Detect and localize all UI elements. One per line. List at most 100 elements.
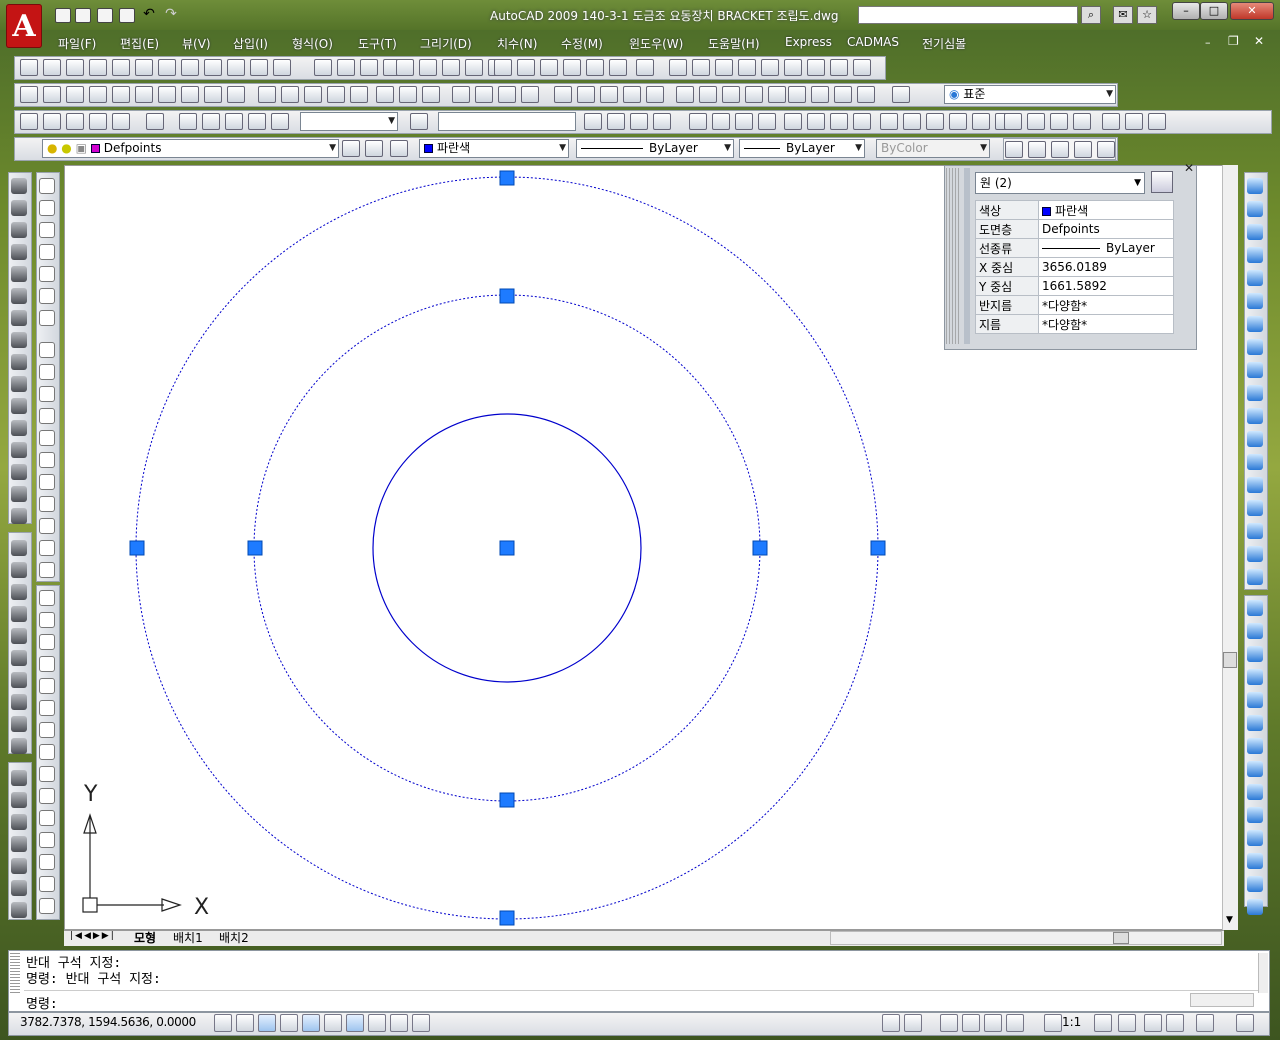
left-draw-tool-17-icon[interactable] [39, 540, 55, 556]
left-draw-tool-4-icon[interactable] [39, 244, 55, 260]
standard-toolbar-button-22-icon[interactable] [494, 59, 512, 76]
right-tool-22-icon[interactable] [1247, 669, 1263, 685]
draw-toolbar-button-30-icon[interactable] [722, 86, 740, 103]
left-3d-tool-27-icon[interactable] [11, 770, 27, 786]
left-draw-tool-11-icon[interactable] [39, 408, 55, 424]
new-icon[interactable] [55, 8, 71, 23]
menu-draw[interactable]: 그리기(D) [420, 35, 472, 52]
property-value[interactable]: ByLayer [1038, 238, 1174, 258]
left-3d-tool-21-icon[interactable] [11, 628, 27, 644]
right-tool-11-icon[interactable] [1247, 408, 1263, 424]
draw-toolbar-button-28-icon[interactable] [676, 86, 694, 103]
left-3d-tool-9-icon[interactable] [11, 354, 27, 370]
quick-select-icon[interactable] [1151, 171, 1173, 193]
left-draw-tool-2-icon[interactable] [39, 200, 55, 216]
standard-toolbar-button-12-icon[interactable] [273, 59, 291, 76]
menu-modify[interactable]: 수정(M) [561, 35, 603, 52]
annotation-scale-value[interactable]: 1:1 [1062, 1015, 1081, 1029]
property-row-center-x[interactable]: X 중심 3656.0189 [975, 257, 1174, 277]
status-toggle-20-icon[interactable] [1144, 1014, 1162, 1032]
right-tool-14-icon[interactable] [1247, 477, 1263, 493]
draw-toolbar-button-11-icon[interactable] [258, 86, 276, 103]
modify-toolbar-button-34-icon[interactable] [1073, 113, 1091, 130]
standard-toolbar-button-18-icon[interactable] [419, 59, 437, 76]
draw-toolbar-button-33-icon[interactable] [788, 86, 806, 103]
tab-layout2[interactable]: 배치2 [219, 931, 249, 945]
right-tool-21-icon[interactable] [1247, 646, 1263, 662]
menu-tools[interactable]: 도구(T) [358, 35, 397, 52]
doc-minimize-button[interactable]: – [1205, 36, 1211, 49]
draw-toolbar-button-26-icon[interactable] [623, 86, 641, 103]
modify-toolbar-button-5-icon[interactable] [112, 113, 130, 130]
draw-toolbar-button-16-icon[interactable] [376, 86, 394, 103]
property-value[interactable]: Defpoints [1038, 219, 1174, 239]
standard-toolbar-button-8-icon[interactable] [181, 59, 199, 76]
draw-toolbar-button-34-icon[interactable] [811, 86, 829, 103]
status-toggle-23-icon[interactable] [1236, 1014, 1254, 1032]
left-draw-tool-10-icon[interactable] [39, 386, 55, 402]
left-3d-tool-16-icon[interactable] [11, 508, 27, 524]
grip-middle-top[interactable] [499, 288, 515, 304]
draw-toolbar-button-22-icon[interactable] [521, 86, 539, 103]
right-tool-26-icon[interactable] [1247, 761, 1263, 777]
modify-toolbar-button-23-icon[interactable] [830, 113, 848, 130]
left-draw-tool-25-icon[interactable] [39, 722, 55, 738]
right-tool-8-icon[interactable] [1247, 339, 1263, 355]
left-3d-tool-23-icon[interactable] [11, 672, 27, 688]
menu-dimension[interactable]: 치수(N) [497, 35, 537, 52]
left-3d-tool-19-icon[interactable] [11, 584, 27, 600]
standard-toolbar-button-14-icon[interactable] [337, 59, 355, 76]
modify-toolbar-button-7-icon[interactable] [179, 113, 197, 130]
status-toggle-11-icon[interactable] [882, 1014, 900, 1032]
draw-toolbar-button-37-icon[interactable] [892, 86, 910, 103]
left-3d-tool-12-icon[interactable] [11, 420, 27, 436]
right-tool-9-icon[interactable] [1247, 362, 1263, 378]
left-draw-tool-27-icon[interactable] [39, 766, 55, 782]
custom-toolbar-button-5-icon[interactable] [1097, 141, 1115, 158]
grip-outer-right[interactable] [870, 540, 886, 556]
palette-grip[interactable] [946, 168, 960, 344]
draw-toolbar-button-12-icon[interactable] [281, 86, 299, 103]
modify-toolbar-button-33-icon[interactable] [1050, 113, 1068, 130]
left-draw-tool-5-icon[interactable] [39, 266, 55, 282]
doc-close-button[interactable]: ✕ [1254, 34, 1264, 48]
left-3d-tool-33-icon[interactable] [11, 902, 27, 918]
draw-toolbar-button-32-icon[interactable] [768, 86, 786, 103]
plot-icon[interactable] [119, 8, 135, 23]
minimize-button[interactable]: – [1172, 2, 1200, 20]
status-toggle-21-icon[interactable] [1166, 1014, 1184, 1032]
left-draw-tool-28-icon[interactable] [39, 788, 55, 804]
right-tool-32-icon[interactable] [1247, 899, 1263, 915]
custom-toolbar-button-2-icon[interactable] [1028, 141, 1046, 158]
left-3d-tool-10-icon[interactable] [11, 376, 27, 392]
left-3d-tool-25-icon[interactable] [11, 716, 27, 732]
left-draw-tool-13-icon[interactable] [39, 452, 55, 468]
draw-toolbar-button-10-icon[interactable] [227, 86, 245, 103]
dimension-style-combo[interactable]: ◉ 표준 ▼ [944, 85, 1116, 104]
modify-toolbar-button-2-icon[interactable] [43, 113, 61, 130]
close-button[interactable]: ✕ [1230, 2, 1274, 20]
status-toggle-3-icon[interactable] [258, 1014, 276, 1032]
draw-toolbar-button-6-icon[interactable] [135, 86, 153, 103]
property-row-center-y[interactable]: Y 중심 1661.5892 [975, 276, 1174, 296]
standard-toolbar-button-32-icon[interactable] [738, 59, 756, 76]
menu-electrical-symbols[interactable]: 전기심볼 [922, 35, 966, 52]
modify-toolbar-button-17-icon[interactable] [689, 113, 707, 130]
modify-toolbar-button-25-icon[interactable] [880, 113, 898, 130]
left-3d-tool-32-icon[interactable] [11, 880, 27, 896]
standard-toolbar-button-30-icon[interactable] [692, 59, 710, 76]
modify-toolbar-button-21-icon[interactable] [784, 113, 802, 130]
application-menu-button[interactable]: A [6, 4, 42, 48]
custom-toolbar-button-1-icon[interactable] [1005, 141, 1023, 158]
standard-toolbar-button-26-icon[interactable] [586, 59, 604, 76]
lineweight-combo[interactable]: ByLayer ▼ [739, 139, 865, 158]
grip-middle-left[interactable] [247, 540, 263, 556]
modify-toolbar-button-15-icon[interactable] [630, 113, 648, 130]
status-toggle-15-icon[interactable] [984, 1014, 1002, 1032]
modify-toolbar-button-24-icon[interactable] [853, 113, 871, 130]
left-3d-tool-17-icon[interactable] [11, 540, 27, 556]
left-draw-tool-18-icon[interactable] [39, 562, 55, 578]
left-3d-tool-22-icon[interactable] [11, 650, 27, 666]
grip-outer-bottom[interactable] [499, 910, 515, 926]
status-toggle-4-icon[interactable] [280, 1014, 298, 1032]
